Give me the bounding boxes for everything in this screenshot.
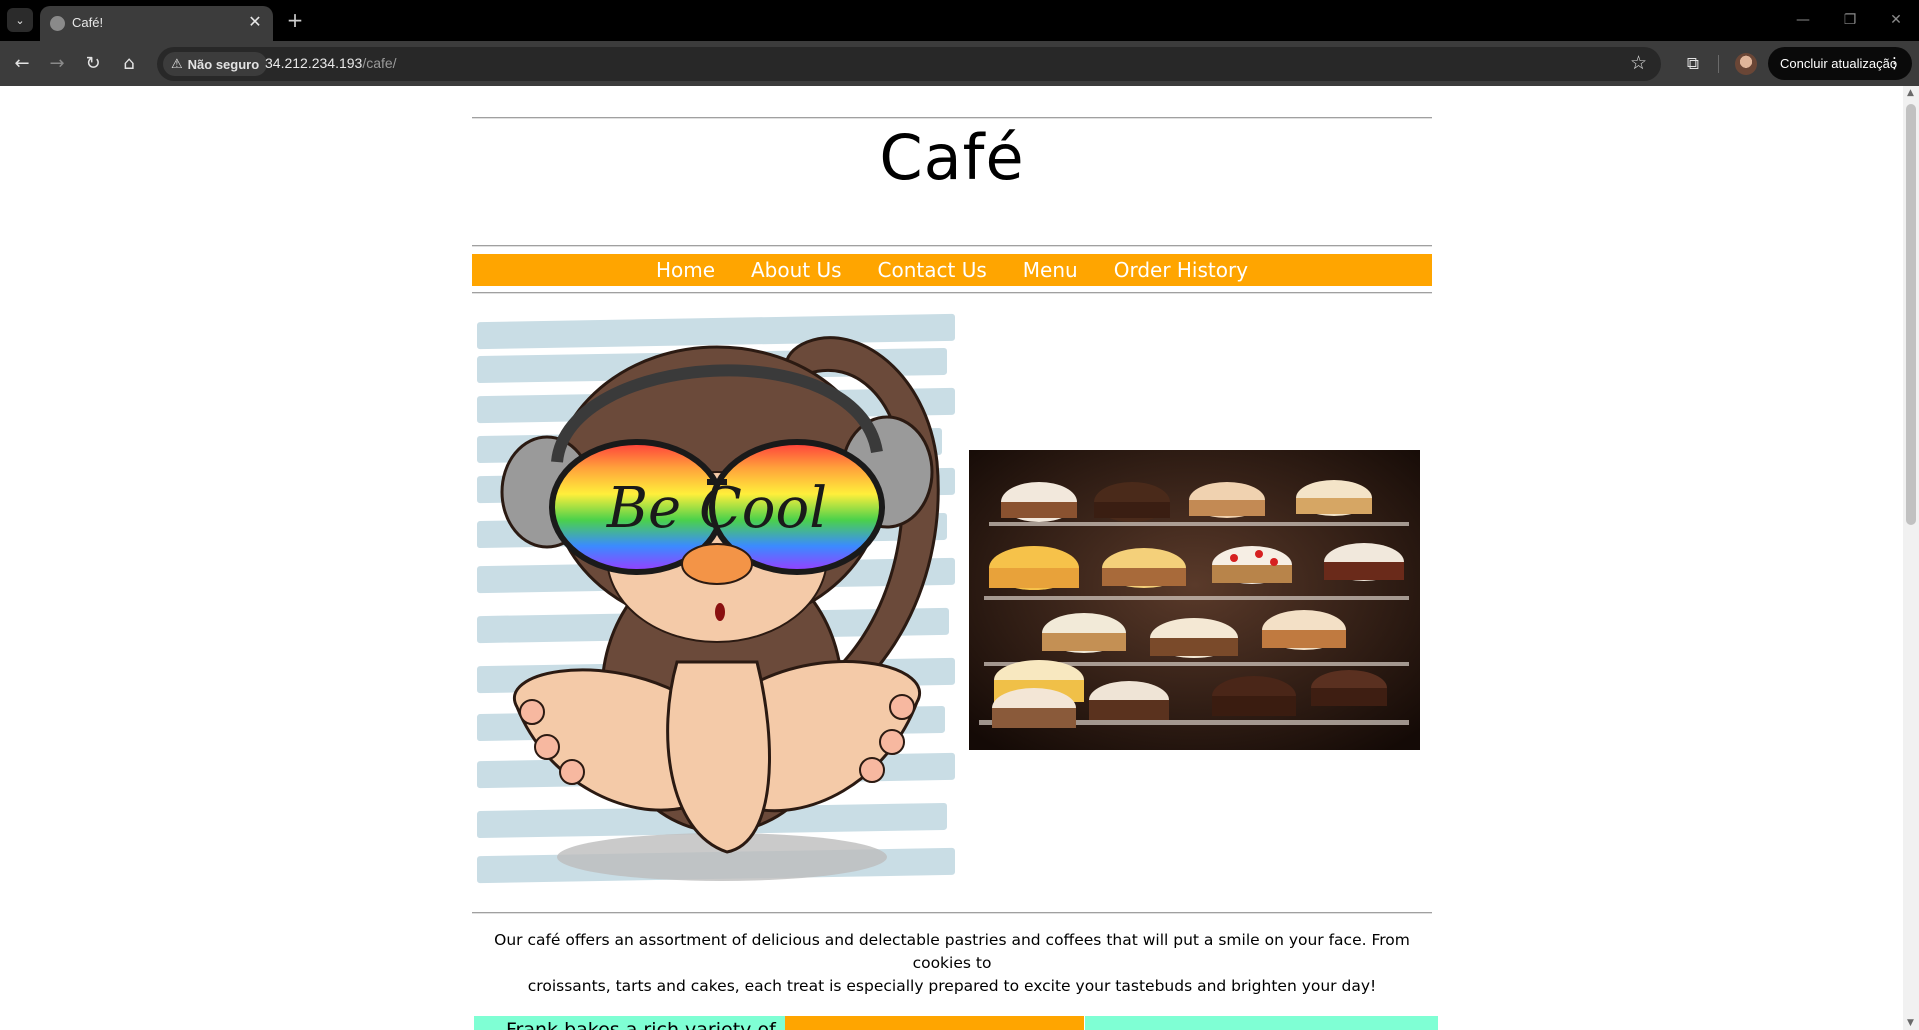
warning-icon: ⚠ [171,56,183,72]
promo-text: Frank bakes a rich variety of [506,1019,776,1030]
update-label: Concluir atualização [1780,56,1898,71]
scroll-thumb[interactable] [1906,104,1916,525]
page-title: Café [879,121,1025,194]
nav-home[interactable]: Home [656,258,715,282]
puzzle-icon[interactable]: ⧉ [1679,50,1707,78]
description-line: Our café offers an assortment of delicio… [494,931,1410,972]
tab-title: Café! [72,15,104,30]
scrollbar[interactable]: ▲ ▼ [1903,86,1919,1030]
divider [472,117,1432,119]
browser-toolbar: ← → ↻ ⌂ ⚠ Não seguro 34.212.234.193/cafe… [0,41,1919,86]
arrow-right-icon: → [49,53,65,74]
promo-box-2 [785,1016,1084,1030]
tab-strip: ⌄ Café! ✕ + — ❐ ✕ [0,0,1919,41]
chevron-down-icon: ⌄ [15,13,25,27]
page-viewport: Café Home About Us Contact Us Menu Order… [0,86,1919,1030]
glasses-text: Be Cool [606,476,827,541]
tab-active[interactable]: Café! ✕ [40,6,273,41]
close-icon[interactable]: ✕ [245,12,265,32]
promo-box-1: Frank bakes a rich variety of [474,1016,785,1030]
cakes-display-photo [969,450,1420,750]
arrow-left-icon: ← [14,53,30,74]
scroll-down-icon[interactable]: ▼ [1907,1018,1914,1028]
reload-button[interactable]: ↻ [79,50,107,78]
nav-menu[interactable]: Menu [1023,258,1078,282]
avatar[interactable] [1735,53,1757,75]
divider [472,245,1432,247]
description-line: croissants, tarts and cakes, each treat … [527,977,1377,995]
cafe-description: Our café offers an assortment of delicio… [472,929,1432,998]
monkey-illustration: Be Cool [477,312,962,892]
main-nav: Home About Us Contact Us Menu Order Hist… [472,254,1432,286]
url-path: /cafe/ [362,55,397,71]
promo-box-3 [1085,1016,1438,1030]
toolbar-divider [1718,55,1719,73]
globe-icon [50,16,65,31]
nav-about-us[interactable]: About Us [751,258,842,282]
tab-search-button[interactable]: ⌄ [7,8,33,32]
home-button[interactable]: ⌂ [115,50,143,78]
forward-button[interactable]: → [43,50,71,78]
home-icon: ⌂ [123,53,135,74]
security-chip[interactable]: ⚠ Não seguro [163,52,268,76]
divider [472,292,1432,294]
divider [472,912,1432,914]
kebab-icon[interactable]: ⋮ [1887,54,1902,72]
update-button[interactable]: Concluir atualização ⋮ [1768,47,1912,80]
security-label: Não seguro [187,56,260,72]
new-tab-button[interactable]: + [283,8,307,32]
reload-icon: ↻ [85,53,101,74]
address-bar[interactable]: ⚠ Não seguro 34.212.234.193/cafe/ ☆ [157,47,1661,81]
scroll-up-icon[interactable]: ▲ [1907,88,1914,98]
url-text[interactable]: 34.212.234.193/cafe/ [265,55,397,71]
restore-icon[interactable]: ❐ [1835,8,1865,32]
cakes-drawing [969,450,1420,750]
monkey-drawing: Be Cool [500,336,940,881]
window-close-icon[interactable]: ✕ [1881,8,1911,32]
star-icon[interactable]: ☆ [1630,52,1647,74]
back-button[interactable]: ← [8,50,36,78]
nav-contact-us[interactable]: Contact Us [878,258,987,282]
minimize-icon[interactable]: — [1788,8,1818,32]
nav-order-history[interactable]: Order History [1114,258,1248,282]
url-host: 34.212.234.193 [265,55,363,71]
